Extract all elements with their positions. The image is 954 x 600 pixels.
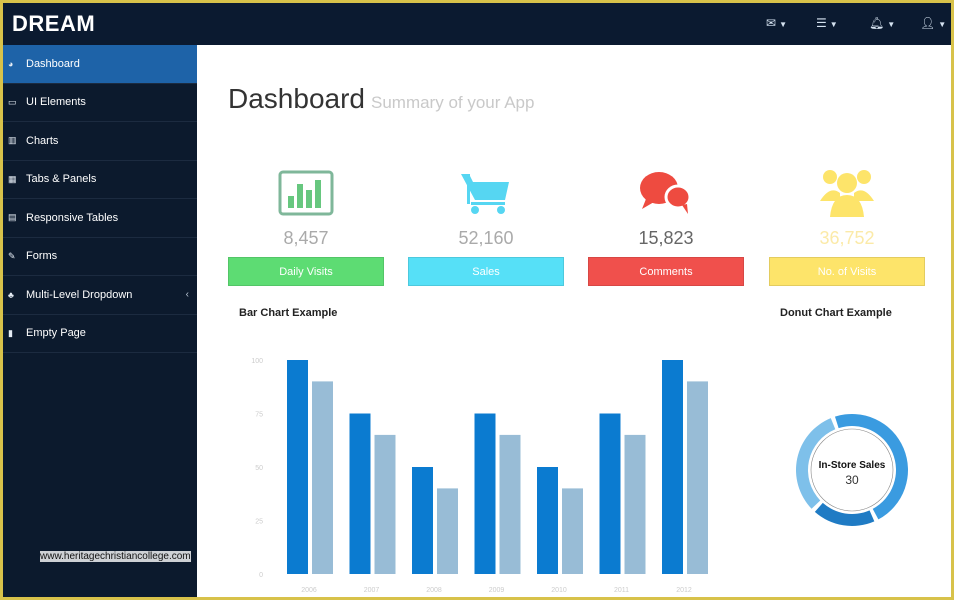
main-content: Dashboard Summary of your App 8,457 Daily…: [197, 45, 951, 597]
donut-center-label: In-Store Sales: [819, 460, 886, 471]
bar-chart: 0 25 50 75 100 2006 2007 2008 2009 2010 2011 2012: [251, 358, 708, 594]
sidebar-item-label: Dashboard: [26, 57, 80, 70]
stat-card-daily-visits: 8,457 Daily Visits: [228, 165, 384, 286]
y-tick-label: 50: [255, 465, 263, 472]
bar-series-1[interactable]: [349, 413, 371, 575]
sidebar-item-label: Charts: [26, 134, 59, 147]
bar-series-2[interactable]: [437, 488, 458, 574]
bar-series-2[interactable]: [374, 434, 396, 574]
caret-down-icon: ▼: [938, 20, 947, 29]
page-header: Dashboard Summary of your App: [228, 83, 534, 115]
file-icon: ▮: [8, 327, 13, 338]
bar-series-1[interactable]: [474, 413, 496, 575]
bar-series-2[interactable]: [312, 381, 333, 574]
bar-series-2[interactable]: [687, 381, 708, 574]
caret-down-icon: ▼: [829, 20, 838, 29]
sidebar: ◕ Dashboard ▭ UI Elements ▥ Charts ▦ Tabs & Pan…: [3, 45, 197, 597]
bar-series-1[interactable]: [662, 360, 683, 574]
stat-value: 15,823: [638, 228, 694, 248]
x-tick-label: 2012: [676, 587, 692, 594]
sidebar-item-ui-elements[interactable]: ▭ UI Elements: [3, 84, 197, 122]
bar-series-2[interactable]: [562, 488, 583, 574]
y-tick-label: 75: [255, 412, 263, 419]
sidebar-item-forms[interactable]: ✎ Forms: [3, 238, 197, 276]
donut-center-value: 30: [845, 473, 859, 487]
page-subtitle: Summary of your App: [370, 93, 535, 112]
bar-series-1[interactable]: [412, 467, 433, 574]
bar-series-1[interactable]: [599, 413, 621, 575]
y-tick-label: 100: [251, 358, 263, 365]
app-window: DREAM ✉ ▼ ☰ ▼ 🔔︎ ▼ 👤︎ ▼ ◕ Dashboard ▭ UI Elemen…: [3, 3, 951, 597]
bar-series-2[interactable]: [499, 434, 521, 574]
bar-chart-icon: ▥: [8, 135, 17, 146]
users-icon: [769, 165, 925, 220]
top-navbar: DREAM ✉ ▼ ☰ ▼ 🔔︎ ▼ 👤︎ ▼: [3, 3, 951, 45]
envelope-icon: ✉: [766, 16, 777, 30]
alerts-dropdown[interactable]: 🔔︎ ▼: [869, 16, 895, 30]
y-tick-label: 0: [259, 572, 263, 579]
y-tick-label: 25: [255, 519, 263, 526]
desktop-icon: ▭: [8, 96, 17, 107]
edit-icon: ✎: [8, 250, 16, 261]
sidebar-item-responsive-tables[interactable]: ▤ Responsive Tables: [3, 199, 197, 238]
sitemap-icon: ♣: [8, 289, 14, 300]
bar-series-1[interactable]: [537, 467, 558, 574]
sales-button[interactable]: Sales: [408, 257, 564, 286]
tasks-dropdown[interactable]: ☰ ▼: [816, 16, 838, 30]
sidebar-item-label: Forms: [26, 250, 58, 263]
donut-chart: In-Store Sales 30: [796, 414, 908, 526]
messages-dropdown[interactable]: ✉ ▼: [766, 16, 787, 30]
caret-down-icon: ▼: [887, 20, 896, 29]
user-dropdown[interactable]: 👤︎ ▼: [920, 16, 946, 30]
x-tick-label: 2011: [614, 587, 629, 594]
sidebar-item-empty-page[interactable]: ▮ Empty Page: [3, 315, 197, 353]
stat-card-sales: 52,160 Sales: [408, 165, 564, 286]
x-tick-label: 2007: [364, 587, 380, 594]
x-tick-label: 2006: [301, 587, 317, 594]
sidebar-item-tabs-panels[interactable]: ▦ Tabs & Panels: [3, 161, 197, 199]
sidebar-item-label: Multi-Level Dropdown: [26, 288, 133, 301]
caret-down-icon: ▼: [779, 20, 787, 29]
stat-value: 52,160: [458, 228, 514, 248]
comments-icon: [588, 165, 744, 220]
table-icon: ▤: [8, 212, 17, 223]
sidebar-item-dashboard[interactable]: ◕ Dashboard: [3, 45, 197, 84]
stat-value: 8,457: [283, 228, 329, 248]
sidebar-item-charts[interactable]: ▥ Charts: [3, 122, 197, 161]
donut-segment[interactable]: [814, 502, 875, 526]
stat-card-comments: 15,823 Comments: [588, 165, 744, 286]
shopping-cart-icon: [408, 165, 564, 220]
visits-button[interactable]: No. of Visits: [769, 257, 925, 286]
x-tick-label: 2009: [489, 587, 505, 594]
user-icon: 👤︎: [920, 16, 936, 30]
donut-chart-title: Donut Chart Example: [780, 307, 892, 319]
daily-visits-button[interactable]: Daily Visits: [228, 257, 384, 286]
sidebar-item-label: UI Elements: [26, 96, 86, 109]
dashboard-icon: ◕: [8, 58, 14, 69]
watermark: www.heritagechristiancollege.com: [40, 551, 191, 562]
bell-icon: 🔔︎: [869, 16, 885, 30]
sidebar-item-label: Responsive Tables: [26, 211, 119, 224]
stat-value: 36,752: [819, 228, 875, 248]
tasks-icon: ☰: [816, 16, 827, 30]
bar-series-2[interactable]: [624, 434, 646, 574]
bar-series-1[interactable]: [287, 360, 308, 574]
qrcode-icon: ▦: [8, 173, 17, 184]
sidebar-item-multi-level-dropdown[interactable]: ♣ Multi-Level Dropdown ‹: [3, 276, 197, 315]
sidebar-item-label: Empty Page: [26, 327, 86, 340]
sidebar-item-label: Tabs & Panels: [26, 173, 97, 186]
brand-logo[interactable]: DREAM: [12, 11, 95, 37]
x-tick-label: 2008: [426, 587, 442, 594]
comments-button[interactable]: Comments: [588, 257, 744, 286]
chevron-left-icon: ‹: [185, 289, 189, 301]
x-tick-label: 2010: [551, 587, 567, 594]
page-title: Dashboard: [228, 83, 365, 114]
bar-chart-title: Bar Chart Example: [239, 307, 338, 319]
stat-card-visits: 36,752 No. of Visits: [769, 165, 925, 286]
bar-chart-icon: [228, 165, 384, 220]
